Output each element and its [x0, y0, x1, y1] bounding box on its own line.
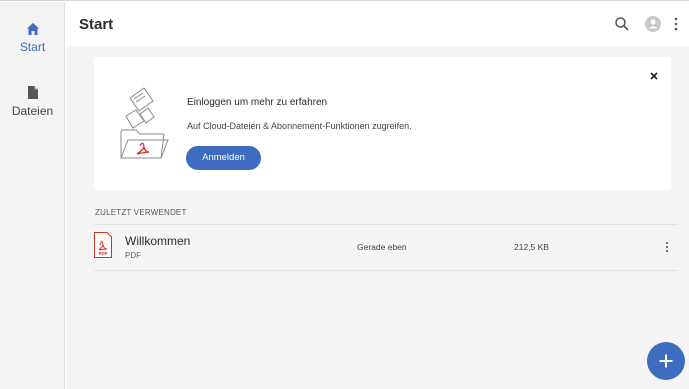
- file-size: 212,5 KB: [514, 242, 549, 252]
- more-menu-button[interactable]: [669, 14, 683, 34]
- signin-card: Einloggen um mehr zu erfahren Auf Cloud-…: [94, 57, 671, 190]
- recent-section-label: ZULETZT VERWENDET: [95, 208, 187, 217]
- plus-icon: [659, 354, 673, 368]
- file-modified: Gerade eben: [357, 242, 407, 252]
- page-title: Start: [79, 16, 114, 33]
- signin-title: Einloggen um mehr zu erfahren: [187, 97, 328, 108]
- svg-text:PDF: PDF: [99, 251, 108, 256]
- more-vertical-icon: [674, 17, 678, 31]
- pdf-file-icon: PDF: [94, 232, 112, 258]
- search-button[interactable]: [612, 14, 632, 34]
- file-more-button[interactable]: [662, 237, 672, 257]
- main-content: Einloggen um mehr zu erfahren Auf Cloud-…: [66, 46, 689, 389]
- add-button[interactable]: [647, 342, 685, 380]
- file-row[interactable]: PDF Willkommen PDF Gerade eben 212,5 KB: [94, 225, 678, 271]
- cloud-folder-illustration: [120, 87, 169, 159]
- sidebar-item-label: Dateien: [11, 104, 54, 118]
- close-button[interactable]: [647, 69, 661, 83]
- signin-button[interactable]: Anmelden: [186, 146, 261, 170]
- home-icon: [26, 23, 39, 35]
- signin-subtitle: Auf Cloud-Dateien & Abonnement-Funktione…: [187, 121, 412, 131]
- sidebar-item-label: Start: [19, 40, 46, 54]
- header: Start: [66, 2, 689, 46]
- file-name: Willkommen: [125, 234, 191, 248]
- sidebar-item-files[interactable]: Dateien: [0, 85, 65, 118]
- avatar-button[interactable]: [643, 14, 663, 34]
- file-type: PDF: [125, 251, 141, 260]
- avatar-icon: [645, 16, 661, 32]
- document-icon: [27, 86, 38, 99]
- app-window: Start Dateien Start Einloggen um mehr zu…: [0, 0, 689, 389]
- more-vertical-icon: [665, 241, 669, 253]
- sidebar: Start Dateien: [0, 2, 65, 389]
- search-icon: [615, 17, 629, 31]
- sidebar-item-start[interactable]: Start: [0, 22, 65, 54]
- close-icon: [650, 72, 658, 80]
